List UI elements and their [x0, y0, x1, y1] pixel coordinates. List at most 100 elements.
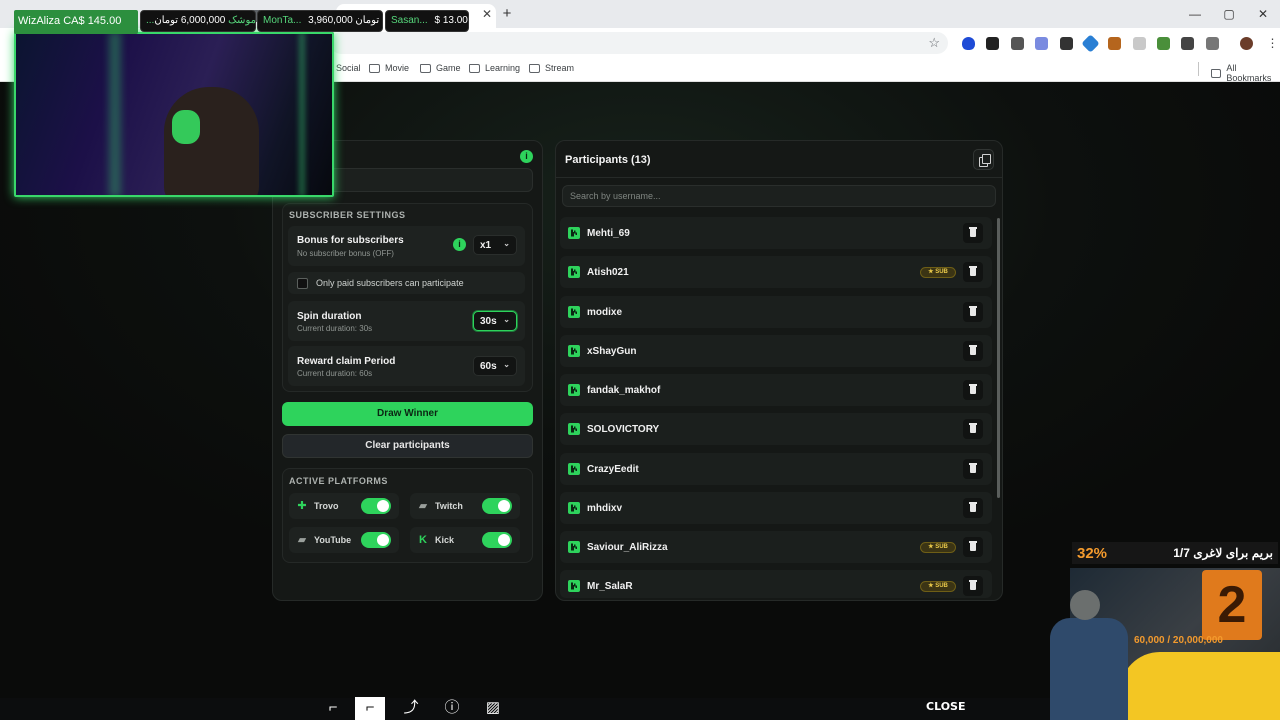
platform-youtube: ▰ YouTube [289, 527, 399, 553]
extension-icon[interactable] [1060, 37, 1073, 50]
participant-row: modixe [560, 296, 992, 328]
platform-twitch: ▰ Twitch [410, 493, 520, 519]
delete-participant-icon[interactable] [963, 341, 983, 361]
donation-ticker-item: Sasan... $ 13.00 [385, 10, 469, 32]
bookmark-star-icon[interactable]: ☆ [928, 35, 940, 51]
platform-toggle-kick[interactable] [482, 532, 512, 548]
extension-icon[interactable] [1108, 37, 1121, 50]
delete-participant-icon[interactable] [963, 537, 983, 557]
participant-name: Saviour_AliRizza [587, 542, 668, 553]
sub-badge: ★ SUB [920, 581, 956, 592]
donation-amount: CA$ 145.00 [63, 15, 122, 27]
copy-icon[interactable] [973, 149, 994, 170]
spin-duration-value: 30s [480, 316, 497, 327]
spin-duration-subtitle: Current duration: 30s [297, 324, 373, 333]
bookmark-folder-game[interactable]: Game [420, 63, 461, 73]
participant-search-input[interactable]: Search by username... [562, 185, 996, 207]
trovo-icon: ✚ [297, 500, 307, 512]
close-window-icon[interactable]: ✕ [1246, 0, 1280, 28]
participant-row: Mehti_69 [560, 217, 992, 249]
bonus-multiplier-value: x1 [480, 240, 492, 251]
participant-name: Mr_SalaR [587, 581, 633, 592]
bookmark-folder-stream[interactable]: Stream [529, 63, 574, 73]
kick-icon [568, 345, 580, 357]
minimize-icon[interactable]: — [1178, 0, 1212, 28]
participant-name: Mehti_69 [587, 228, 630, 239]
participant-row: SOLOVICTORY [560, 413, 992, 445]
image-icon: ▨ [485, 699, 501, 716]
soldier-illustration [1042, 590, 1137, 720]
bonus-info-icon[interactable]: i [453, 238, 466, 251]
menu-kebab-icon[interactable]: ⋮ [1266, 37, 1279, 50]
delete-participant-icon[interactable] [963, 498, 983, 518]
participant-name: modixe [587, 307, 623, 318]
delete-participant-icon[interactable] [963, 380, 983, 400]
bookmark-folder-movie[interactable]: Movie [369, 63, 409, 73]
participant-name: fandak_makhof [587, 385, 661, 396]
sub-badge: ★ SUB [920, 267, 956, 278]
platform-label: Twitch [435, 501, 463, 511]
kick-icon: K [419, 534, 427, 546]
extension-icon[interactable] [1133, 37, 1146, 50]
maximize-icon[interactable]: ▢ [1212, 0, 1246, 28]
webcam-frame [14, 32, 334, 197]
bookmark-label: Learning [485, 63, 521, 73]
active-platforms-title: ACTIVE PLATFORMS [289, 476, 388, 486]
delete-participant-icon[interactable] [963, 302, 983, 322]
delete-participant-icon[interactable] [963, 419, 983, 439]
all-bookmarks-label: All Bookmarks [1226, 63, 1272, 83]
kick-icon [568, 227, 580, 239]
reward-period-select[interactable]: 60s ⌄ [473, 356, 517, 376]
rifle-icon: ⌐ [355, 697, 385, 720]
info-icon[interactable]: i [520, 150, 533, 163]
soldier-helmet [1070, 590, 1100, 620]
delete-participant-icon[interactable] [963, 459, 983, 479]
extension-icon[interactable] [1011, 37, 1024, 50]
platform-label: Trovo [314, 501, 339, 511]
reward-period-title: Reward claim Period [297, 356, 396, 367]
kick-icon [568, 384, 580, 396]
draw-winner-button[interactable]: Draw Winner [282, 402, 533, 426]
bookmark-folder-learning[interactable]: Learning [469, 63, 520, 73]
sub-badge-label: SUB [935, 583, 948, 589]
kick-icon [568, 266, 580, 278]
platform-toggle-trovo[interactable] [361, 498, 391, 514]
extension-icon[interactable] [986, 37, 999, 50]
kick-icon [568, 463, 580, 475]
spin-duration-select[interactable]: 30s ⌄ [473, 311, 517, 331]
delete-participant-icon[interactable] [963, 223, 983, 243]
extension-icon[interactable] [1181, 37, 1194, 50]
participant-row: fandak_makhof [560, 374, 992, 406]
participant-row: Saviour_AliRizza ★ SUB [560, 531, 992, 563]
translate-extension-icon[interactable] [1035, 37, 1048, 50]
soldier-body [1050, 618, 1128, 720]
tab-close-icon[interactable]: ✕ [479, 6, 495, 22]
donation-amount: 3,960,000 تومان [308, 15, 380, 26]
delete-participant-icon[interactable] [963, 576, 983, 596]
new-tab-icon[interactable]: + [499, 6, 515, 22]
goal-amount: 60,000 / 20,000,000 [1134, 635, 1223, 646]
bookmark-label: Movie [385, 63, 410, 73]
extension-icon[interactable] [1081, 34, 1100, 53]
bookmark-label: Stream [545, 63, 575, 73]
delete-participant-icon[interactable] [963, 262, 983, 282]
bonus-multiplier-select[interactable]: x1 ⌄ [473, 235, 517, 255]
sub-badge-label: SUB [935, 544, 948, 550]
folder-icon [369, 63, 380, 73]
bookmark-folder-social[interactable]: Social [336, 63, 361, 73]
participants-scrollbar[interactable] [997, 218, 1000, 498]
clear-participants-button[interactable]: Clear participants [282, 434, 533, 458]
donation-ticker-item: ...موشک 6,000,000 تومان [140, 10, 256, 32]
puzzle-extensions-icon[interactable] [1206, 37, 1219, 50]
extension-icon[interactable] [1157, 37, 1170, 50]
platform-toggle-twitch[interactable] [482, 498, 512, 514]
address-bar[interactable]: ☆ [330, 32, 948, 54]
platform-toggle-youtube[interactable] [361, 532, 391, 548]
all-bookmarks-button[interactable]: All Bookmarks [1211, 63, 1280, 83]
paid-only-checkbox[interactable] [297, 278, 308, 289]
participants-title: Participants (13) [565, 154, 651, 166]
profile-avatar[interactable] [1240, 37, 1253, 50]
shield-extension-icon[interactable] [962, 37, 975, 50]
chevron-down-icon: ⌄ [503, 239, 510, 248]
bonus-subtitle: No subscriber bonus (OFF) [297, 249, 394, 258]
